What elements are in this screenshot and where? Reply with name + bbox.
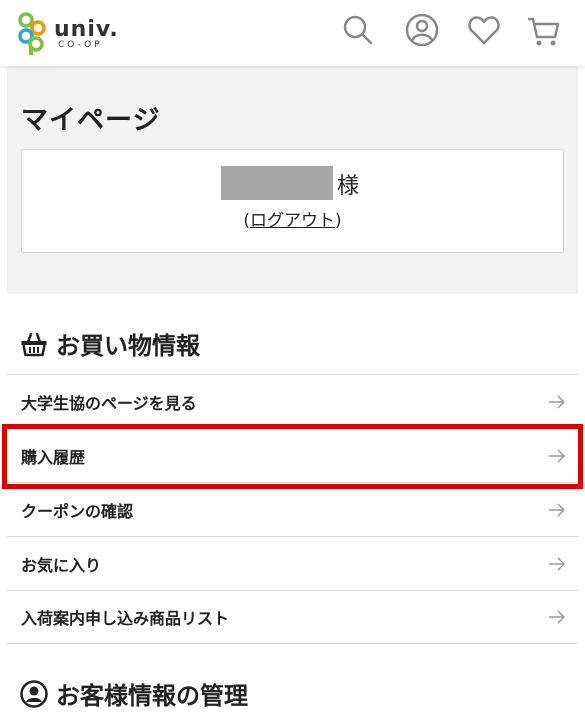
honorific-label: 様 [337, 174, 360, 199]
heart-icon[interactable] [466, 12, 502, 48]
arrow-right-icon [549, 449, 565, 462]
basket-icon [21, 332, 47, 356]
shopping-section-title: お買い物情報 [56, 332, 200, 360]
mypage-panel: マイページ 様 (ログアウト) [7, 66, 578, 294]
page: univ. CO-OP マイページ 様 (ログアウト) お買い物情報 大学生協の… [0, 0, 585, 720]
cart-icon[interactable] [526, 12, 562, 48]
top-header: univ. CO-OP [0, 0, 585, 66]
customer-section-title: お客様情報の管理 [56, 682, 248, 710]
menu-item-label: クーポンの確認 [21, 501, 134, 521]
search-icon[interactable] [340, 12, 376, 48]
logout-paren-open: ( [243, 211, 250, 231]
user-circle-icon[interactable] [404, 12, 440, 48]
menu-item-label: 購入履歴 [21, 447, 86, 467]
redacted-username [221, 166, 333, 200]
logo-text: univ. [54, 17, 119, 42]
coop-logo-mark-icon [18, 12, 46, 55]
logout-line: (ログアウト) [22, 206, 563, 231]
menu-item-label: 入荷案内申し込み商品リスト [21, 609, 230, 628]
menu-item-favorites[interactable]: お気に入り [7, 536, 578, 590]
logo-subtext: CO-OP [58, 40, 103, 50]
shopping-section-heading: お買い物情報 [20, 326, 200, 361]
logout-paren-close: ) [335, 211, 342, 231]
menu-item-purchase-history[interactable]: 購入履歴 [7, 428, 578, 482]
arrow-right-icon [549, 610, 565, 624]
menu-item-coupons[interactable]: クーポンの確認 [7, 482, 578, 536]
menu-item-restock-list[interactable]: 入荷案内申し込み商品リスト [7, 590, 578, 644]
logout-link[interactable]: ログアウト [250, 211, 335, 231]
arrow-right-icon [549, 395, 565, 408]
arrow-right-icon [549, 557, 565, 570]
user-card: 様 (ログアウト) [21, 149, 564, 253]
menu-item-coop-page[interactable]: 大学生協のページを見る [7, 374, 578, 428]
customer-section-heading: お客様情報の管理 [20, 676, 248, 711]
shopping-menu-list: 大学生協のページを見る 購入履歴 クーポンの確認 お気に入り 入荷案内申し込み商… [7, 374, 578, 644]
univ-coop-logo[interactable]: univ. CO-OP [18, 11, 128, 55]
menu-item-label: 大学生協のページを見る [21, 393, 197, 413]
arrow-right-icon [549, 503, 565, 516]
page-title: マイページ [21, 105, 161, 136]
menu-item-label: お気に入り [21, 555, 102, 575]
user-circle-filled-icon [20, 679, 48, 708]
